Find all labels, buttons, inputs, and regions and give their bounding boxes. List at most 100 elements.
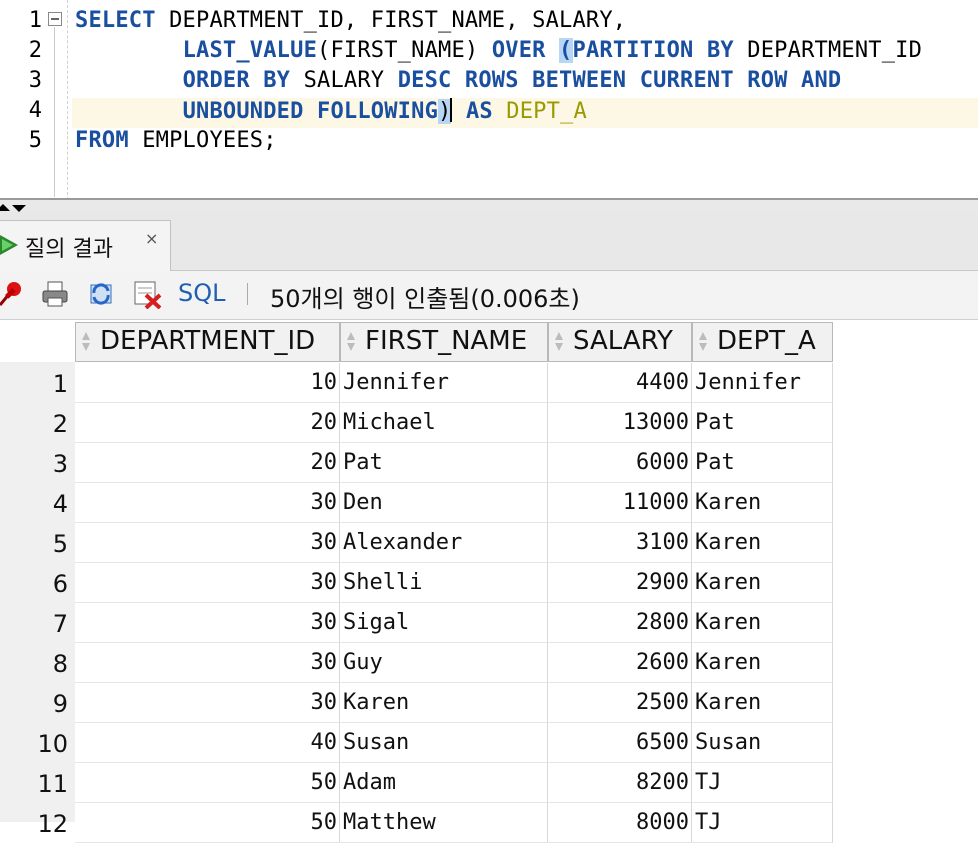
code-line[interactable]: SELECT DEPARTMENT_ID, FIRST_NAME, SALARY… xyxy=(75,8,626,33)
table-row[interactable]: 6 30 Shelli 2900 Karen xyxy=(0,563,978,603)
table-cell[interactable]: Karen xyxy=(692,683,833,723)
table-cell[interactable]: 4400 xyxy=(548,363,692,403)
table-cell[interactable]: 20 xyxy=(75,403,340,443)
table-cell[interactable]: 10 xyxy=(75,363,340,403)
table-cell[interactable]: 20 xyxy=(75,443,340,483)
line-number: 3 xyxy=(28,68,42,93)
table-cell[interactable]: Karen xyxy=(692,483,833,523)
column-header-dept-a[interactable]: DEPT_A xyxy=(692,322,833,362)
table-row[interactable]: 7 30 Sigal 2800 Karen xyxy=(0,603,978,643)
sql-button[interactable]: SQL xyxy=(178,279,226,307)
sort-icon[interactable] xyxy=(699,332,707,352)
table-cell[interactable]: 50 xyxy=(75,803,340,843)
table-cell[interactable]: 30 xyxy=(75,603,340,643)
toolbar-separator xyxy=(247,283,248,305)
table-cell[interactable]: Susan xyxy=(692,723,833,763)
table-cell[interactable]: Shelli xyxy=(340,563,548,603)
table-cell[interactable]: 40 xyxy=(75,723,340,763)
table-cell[interactable]: TJ xyxy=(692,763,833,803)
splitter-down-arrow-icon[interactable] xyxy=(12,205,26,212)
refresh-icon[interactable] xyxy=(86,279,116,309)
table-cell[interactable]: Susan xyxy=(340,723,548,763)
table-row[interactable]: 12 50 Matthew 8000 TJ xyxy=(0,803,978,843)
table-cell[interactable]: Pat xyxy=(692,443,833,483)
pin-icon[interactable] xyxy=(0,279,26,309)
table-cell[interactable]: 6500 xyxy=(548,723,692,763)
table-cell[interactable]: Karen xyxy=(692,603,833,643)
column-header-label: SALARY xyxy=(573,326,673,356)
table-cell[interactable]: 30 xyxy=(75,563,340,603)
code-line[interactable]: ORDER BY SALARY DESC ROWS BETWEEN CURREN… xyxy=(75,68,842,93)
sort-icon[interactable] xyxy=(82,332,90,352)
column-header-label: DEPT_A xyxy=(717,326,816,356)
table-cell[interactable]: Jennifer xyxy=(340,363,548,403)
table-cell[interactable]: 2500 xyxy=(548,683,692,723)
table-cell[interactable]: Karen xyxy=(692,563,833,603)
table-cell[interactable]: Guy xyxy=(340,643,548,683)
table-cell[interactable]: 13000 xyxy=(548,403,692,443)
sql-identifier: (FIRST_NAME) xyxy=(317,38,492,63)
sql-keyword: PARTITION BY xyxy=(572,38,734,63)
print-icon[interactable] xyxy=(40,279,70,309)
table-cell[interactable]: Pat xyxy=(692,403,833,443)
table-row[interactable]: 5 30 Alexander 3100 Karen xyxy=(0,523,978,563)
row-number: 9 xyxy=(52,690,68,718)
table-cell[interactable]: Karen xyxy=(692,643,833,683)
sort-icon[interactable] xyxy=(347,332,355,352)
table-cell[interactable]: 30 xyxy=(75,523,340,563)
table-row[interactable]: 2 20 Michael 13000 Pat xyxy=(0,403,978,443)
table-row[interactable]: 1 10 Jennifer 4400 Jennifer xyxy=(0,363,978,403)
table-cell[interactable]: 2600 xyxy=(548,643,692,683)
table-cell[interactable]: Alexander xyxy=(340,523,548,563)
table-cell[interactable]: 11000 xyxy=(548,483,692,523)
cancel-query-icon[interactable] xyxy=(132,279,162,309)
table-row[interactable]: 4 30 Den 11000 Karen xyxy=(0,483,978,523)
close-icon[interactable]: × xyxy=(145,229,158,248)
table-cell[interactable]: Karen xyxy=(692,523,833,563)
row-number: 5 xyxy=(52,530,68,558)
sql-keyword: AS xyxy=(465,99,493,124)
code-line[interactable]: LAST_VALUE(FIRST_NAME) OVER (PARTITION B… xyxy=(75,38,922,63)
sql-keyword: SELECT xyxy=(75,8,156,33)
tab-query-result[interactable]: 질의 결과 × xyxy=(0,220,171,271)
table-row[interactable]: 9 30 Karen 2500 Karen xyxy=(0,683,978,723)
sql-keyword: OVER xyxy=(491,38,546,63)
table-row[interactable]: 10 40 Susan 6500 Susan xyxy=(0,723,978,763)
table-cell[interactable]: TJ xyxy=(692,803,833,843)
sort-icon[interactable] xyxy=(555,332,563,352)
row-number: 10 xyxy=(37,730,68,758)
table-cell[interactable]: 8200 xyxy=(548,763,692,803)
table-row[interactable]: 3 20 Pat 6000 Pat xyxy=(0,443,978,483)
table-row[interactable]: 8 30 Guy 2600 Karen xyxy=(0,643,978,683)
column-header-department-id[interactable]: DEPARTMENT_ID xyxy=(75,322,340,362)
table-cell[interactable]: Karen xyxy=(340,683,548,723)
fetch-status: 50개의 행이 인출됨(0.006초) xyxy=(270,285,580,313)
table-cell[interactable]: 30 xyxy=(75,483,340,523)
table-cell[interactable]: Den xyxy=(340,483,548,523)
table-cell[interactable]: Michael xyxy=(340,403,548,443)
code-line[interactable]: FROM EMPLOYEES; xyxy=(75,128,277,153)
table-cell[interactable]: Matthew xyxy=(340,803,548,843)
splitter-up-arrow-icon[interactable] xyxy=(0,204,10,211)
code-line[interactable]: UNBOUNDED FOLLOWING) AS DEPT_A xyxy=(75,98,587,124)
table-cell[interactable]: Sigal xyxy=(340,603,548,643)
table-cell[interactable]: Pat xyxy=(340,443,548,483)
results-grid[interactable]: DEPARTMENT_ID FIRST_NAME SALARY DEPT_A 1… xyxy=(0,320,978,843)
table-cell[interactable]: 2900 xyxy=(548,563,692,603)
table-cell[interactable]: 8000 xyxy=(548,803,692,843)
table-cell[interactable]: 6000 xyxy=(548,443,692,483)
column-header-first-name[interactable]: FIRST_NAME xyxy=(340,322,548,362)
fold-toggle-icon[interactable] xyxy=(48,12,62,26)
sql-editor[interactable]: 1 2 3 4 5 SELECT DEPARTMENT_ID, FIRST_NA… xyxy=(0,0,978,200)
table-cell[interactable]: Jennifer xyxy=(692,363,833,403)
table-cell[interactable]: 30 xyxy=(75,683,340,723)
column-header-salary[interactable]: SALARY xyxy=(548,322,692,362)
line-number: 1 xyxy=(28,8,42,33)
table-cell[interactable]: 30 xyxy=(75,643,340,683)
line-number: 4 xyxy=(28,98,42,123)
table-cell[interactable]: Adam xyxy=(340,763,548,803)
table-row[interactable]: 11 50 Adam 8200 TJ xyxy=(0,763,978,803)
table-cell[interactable]: 50 xyxy=(75,763,340,803)
table-cell[interactable]: 3100 xyxy=(548,523,692,563)
table-cell[interactable]: 2800 xyxy=(548,603,692,643)
